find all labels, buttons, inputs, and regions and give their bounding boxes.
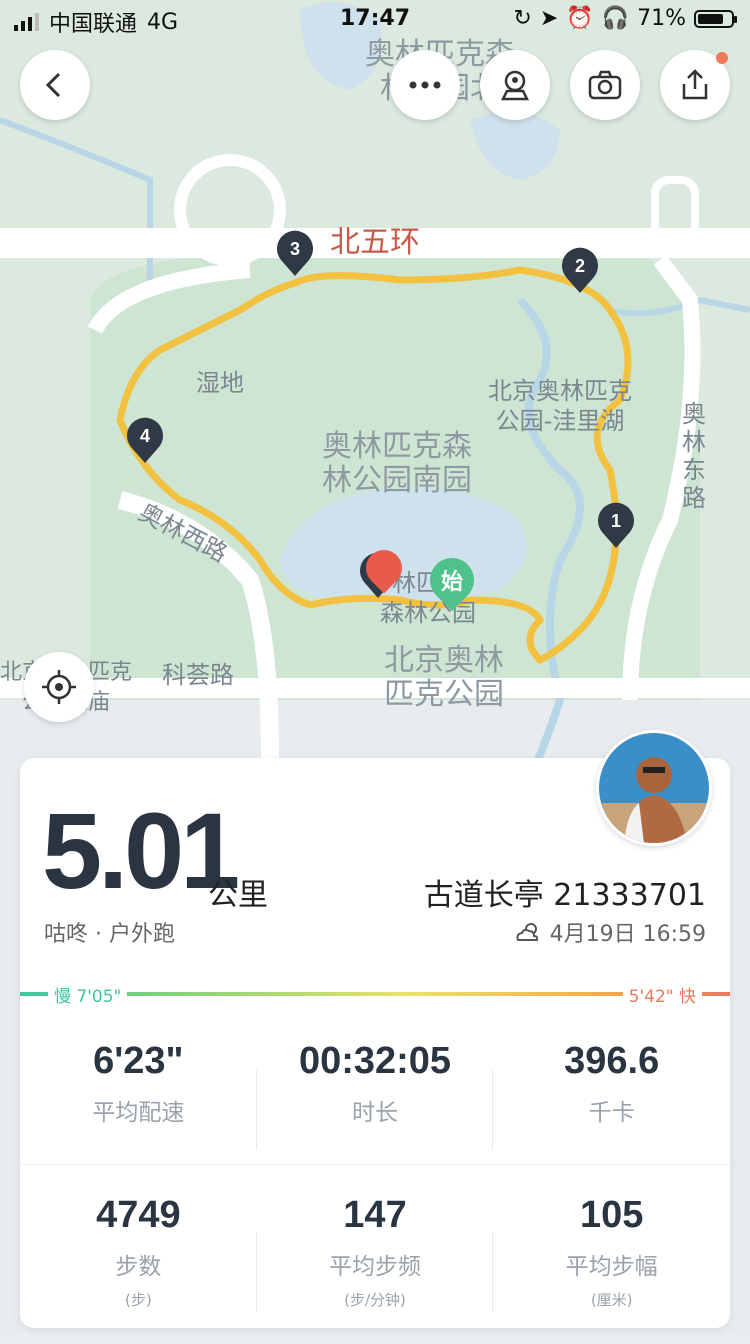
stat-label: 平均步幅 — [565, 1254, 658, 1280]
map-label-kehui-road: 科荟路 — [162, 661, 234, 689]
pace-slow-label: 慢 7'05" — [48, 982, 128, 1007]
stat-value: 147 — [343, 1194, 407, 1236]
back-icon — [45, 72, 61, 98]
activity-type: 咕咚 · 户外跑 — [44, 922, 175, 947]
pace-gradient-bar: 慢 7'05" 5'42" 快 — [20, 982, 730, 1007]
alarm-icon: ⏰ — [566, 6, 594, 31]
notification-dot — [716, 52, 728, 64]
stat-value: 396.6 — [564, 1040, 660, 1082]
km-marker-label: 4 — [140, 426, 150, 446]
km-marker-label: 2 — [575, 256, 585, 276]
crosshair-icon — [42, 670, 76, 704]
stat-label: 时长 — [352, 1100, 398, 1126]
stat-unit: (步) — [124, 1291, 152, 1309]
stats-divider — [20, 1164, 730, 1165]
cloudy-sun-icon — [516, 923, 538, 941]
map-label-beijing-olympic: 北京奥林 匹克公园 — [384, 643, 504, 712]
stat-unit: (步/分钟) — [344, 1291, 406, 1309]
share-icon — [682, 69, 708, 100]
locate-button[interactable] — [24, 652, 94, 722]
stat-value: 00:32:05 — [298, 1040, 452, 1082]
camera-icon — [588, 70, 622, 100]
stat-value: 105 — [579, 1194, 644, 1236]
stat-unit: (厘米) — [590, 1291, 633, 1309]
avatar[interactable] — [596, 730, 712, 846]
stat-label: 千卡 — [588, 1100, 635, 1126]
stat-label: 步数 — [115, 1254, 162, 1280]
km-marker-label: 3 — [290, 239, 300, 259]
location-arrow-icon: ➤ — [539, 6, 559, 31]
map-label-south-garden: 奥林匹克森 林公园南园 — [322, 429, 472, 498]
date-text: 4月19日 16:59 — [549, 922, 706, 947]
stat-value: 6'23" — [93, 1040, 184, 1082]
location-button[interactable] — [480, 50, 550, 120]
km-marker-label: 1 — [611, 511, 621, 531]
stat-label: 平均步频 — [329, 1254, 421, 1280]
stats-row-secondary: 4749 步数 (步) 147 平均步频 (步/分钟) 105 平均步幅 (厘米… — [20, 1194, 730, 1344]
battery-icon — [694, 9, 737, 28]
stat-duration: 00:32:05 时长 — [257, 1040, 494, 1190]
stat-label: 平均配速 — [92, 1100, 185, 1126]
rotation-lock-icon: ↻ — [513, 6, 532, 31]
stat-cadence: 147 平均步频 (步/分钟) — [257, 1194, 494, 1344]
username: 古道长亭 21333701 — [423, 878, 706, 913]
map-label-wali-lake: 北京奥林匹克 公园-洼里湖 — [488, 377, 632, 435]
summary-card: 5.01 公里 咕咚 · 户外跑 古道长亭 21333701 4月19日 16:… — [20, 730, 730, 1328]
map-label-wetland: 湿地 — [196, 369, 244, 397]
stats-row-primary: 6'23" 平均配速 00:32:05 时长 396.6 千卡 — [20, 1040, 730, 1190]
map-label-north-ring: 北五环 — [330, 225, 420, 260]
location-pin-icon — [500, 70, 530, 101]
back-button[interactable] — [20, 50, 90, 120]
headphones-icon: 🎧 — [601, 6, 630, 31]
camera-button[interactable] — [570, 50, 640, 120]
distance-unit: 公里 — [208, 878, 268, 913]
more-icon — [409, 81, 441, 89]
battery-percent: 71% — [637, 6, 686, 31]
stat-steps: 4749 步数 (步) — [20, 1194, 257, 1344]
status-bar: 中国联通 4G 17:47 ↻ ➤ ⏰ 🎧 71% — [0, 0, 750, 40]
share-button[interactable] — [660, 50, 730, 120]
start-marker-label: 始 — [440, 570, 463, 595]
stat-calories: 396.6 千卡 — [493, 1040, 730, 1190]
stat-value: 4749 — [96, 1194, 181, 1236]
map-label-east-road: 奥林东路 — [682, 400, 706, 512]
activity-date: 4月19日 16:59 — [514, 916, 706, 948]
stat-avg-pace: 6'23" 平均配速 — [20, 1040, 257, 1190]
pace-fast-label: 5'42" 快 — [622, 982, 702, 1007]
stat-stride: 105 平均步幅 (厘米) — [493, 1194, 730, 1344]
more-button[interactable] — [390, 50, 460, 120]
